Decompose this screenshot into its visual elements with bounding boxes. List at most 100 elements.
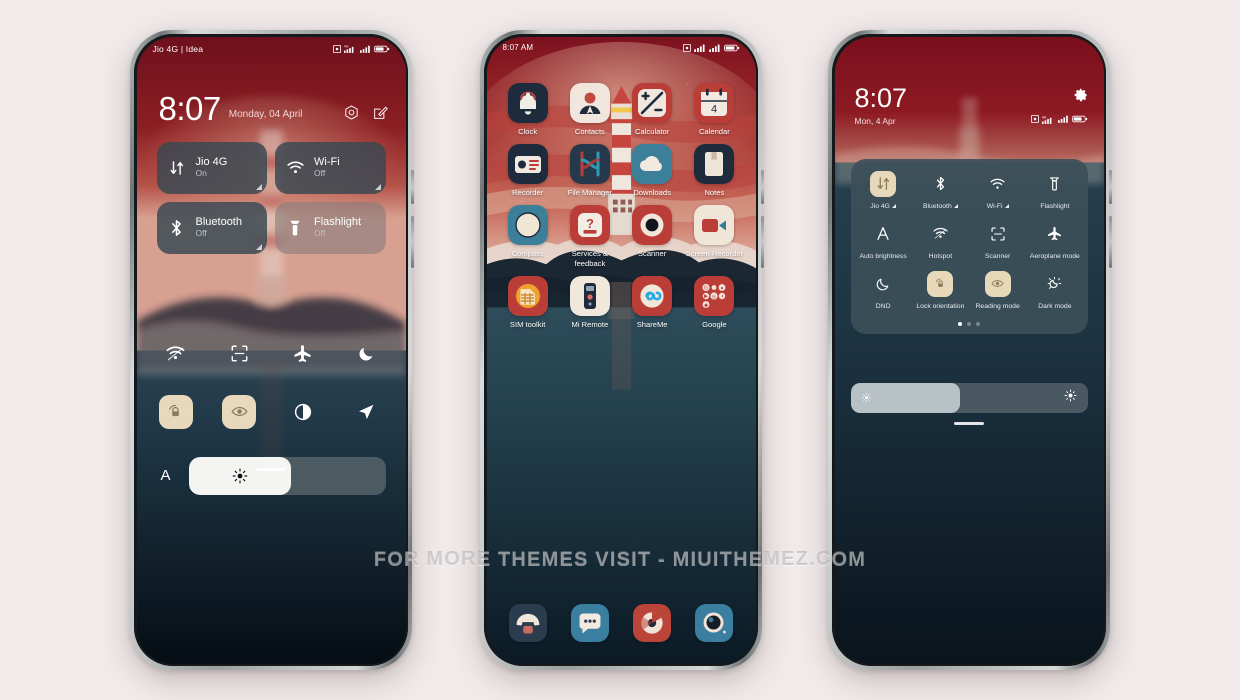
scanner-lens-icon [632,205,673,246]
expand-corner-icon[interactable] [256,243,262,250]
page-dot[interactable] [958,321,962,326]
app-clock[interactable]: Clock [497,75,559,136]
app-file-manager[interactable]: File Manager [559,136,621,197]
app-sim-toolkit[interactable]: SIM toolkit [497,268,559,329]
app-compass[interactable]: Compass [497,197,559,268]
cc-tile-jio-4g[interactable]: Jio 4G [855,170,912,221]
tile-flashlight[interactable]: Flashlight Off [275,201,386,254]
battery-icon [1071,115,1087,123]
app-notes[interactable]: Notes [683,136,745,197]
cc-tile-lock-orientation[interactable]: Lock orientation [912,270,969,321]
auto-brightness-label[interactable]: A [157,467,175,484]
dark-mode-icon[interactable] [286,395,320,429]
aeroplane-icon [1042,221,1068,247]
tile-wifi[interactable]: Wi-Fi Off [275,141,386,194]
app-calendar[interactable]: 4 Calendar [683,75,745,136]
app-label: Contacts [574,126,605,136]
cc-tile-hotspot[interactable]: Hotspot [912,221,969,271]
data-arrows-icon [168,160,186,176]
location-icon[interactable] [349,395,383,429]
screen-recorder-icon [694,205,735,246]
cc-tile-bluetooth[interactable]: Bluetooth [912,171,969,221]
camera-icon[interactable] [695,603,734,642]
browser-icon[interactable] [633,603,672,642]
cc-tile-label: Wi-Fi [987,203,1009,210]
mi-remote-icon [569,276,610,317]
app-label: ShareMe [636,320,668,330]
notes-book-icon [694,143,735,184]
gear-icon[interactable] [1074,88,1088,107]
home-indicator[interactable] [954,421,984,425]
lock-orientation-icon[interactable] [158,394,193,429]
app-label: Calendar [698,126,730,136]
statusbar-icons [682,43,740,52]
cc-tile-reading-mode[interactable]: Reading mode [969,270,1026,321]
signal-icon [359,45,370,53]
cc-tile-wifi[interactable]: Wi-Fi [969,171,1026,221]
camera-icon[interactable] [344,105,359,120]
tile-state: Off [314,228,326,239]
expand-corner-icon[interactable] [256,183,262,190]
brightness-low-icon [861,393,871,402]
app-contacts[interactable]: Contacts [559,75,621,136]
tile-bluetooth[interactable]: Bluetooth Off [156,201,267,254]
dnd-moon-icon [870,271,896,297]
control-center-panel: Jio 4G Bluetooth Wi-Fi Flashlight Auto b… [850,158,1088,334]
app-label: Clock [518,126,538,136]
cc-tile-label: Auto brightness [859,252,907,260]
brightness-slider[interactable] [850,382,1088,413]
lockscreen-clock-row: 8:07 Monday, 04 April [159,91,388,125]
cc-tile-flashlight[interactable]: Flashlight [1026,171,1083,221]
phone-3-control-center: 8:07 Mon, 4 Apr 4G Jio 4G Bluetooth Wi-F… [828,30,1112,670]
cc-tile-dark-mode[interactable]: Dark mode [1026,271,1083,321]
carrier-label: Jio 4G | Idea [152,43,204,54]
app-screen-recorder[interactable]: Screen Recorder [683,197,745,268]
phone-dialer-icon[interactable] [508,603,547,642]
app-row: Recorder File Manager Downloads Notes [497,136,746,197]
app-services-feedback[interactable]: ? Services & feedback [559,197,621,268]
app-downloads[interactable]: Downloads [621,136,683,197]
dark-mode-icon [1042,271,1068,297]
calculator-icon [632,82,673,123]
app-mi-remote[interactable]: Mi Remote [559,268,621,329]
battery-icon [373,45,389,52]
signal-icon [1057,115,1068,123]
page-dot[interactable] [967,321,971,326]
app-shareme[interactable]: ShareMe [621,268,683,329]
app-calculator[interactable]: Calculator [621,75,683,136]
statusbar-time: 8:07 AM [502,43,534,52]
cc-tile-label: Jio 4G [870,203,896,210]
cc-tile-auto-brightness[interactable]: Auto brightness [855,221,912,271]
svg-text:4G: 4G [1042,115,1047,119]
tile-jio-4g[interactable]: Jio 4G On [156,141,267,194]
page-dot[interactable] [976,321,980,326]
home-indicator[interactable] [256,467,286,471]
cc-tile-aeroplane[interactable]: Aeroplane mode [1026,221,1083,271]
expand-corner-icon[interactable] [374,183,381,190]
reading-mode-icon[interactable] [222,394,257,429]
cc-tile-dnd[interactable]: DND [855,271,912,321]
app-scanner[interactable]: Scanner [621,197,683,268]
cc-tile-scanner[interactable]: Scanner [969,221,1026,271]
signal-4g-icon: 4G [1041,115,1051,124]
recorder-icon [507,143,548,184]
edit-icon[interactable] [373,105,388,120]
scanner-icon[interactable] [222,337,256,371]
app-google-folder[interactable]: G ● ▶ ◎ ◑ ◆ Google [683,268,745,329]
quick-tiles: Jio 4G On Wi-Fi Off Bluetooth Off Flashl… [156,141,386,262]
app-label: Compass [511,249,544,259]
messages-icon[interactable] [570,603,609,642]
app-label: Calculator [635,126,670,136]
app-recorder[interactable]: Recorder [497,136,559,197]
auto-brightness-icon [870,221,896,247]
brightness-slider[interactable] [188,456,386,495]
expand-triangle-icon [953,203,958,208]
app-label: Notes [704,187,725,197]
control-center-header: 8:07 Mon, 4 Apr 4G [855,84,1088,126]
cc-tile-label: Reading mode [975,302,1020,310]
signal-4g-icon: 4G [343,44,353,53]
aeroplane-icon[interactable] [286,337,320,371]
dnd-moon-icon[interactable] [349,337,383,371]
app-label: Recorder [512,187,544,197]
hotspot-icon[interactable] [159,337,193,371]
